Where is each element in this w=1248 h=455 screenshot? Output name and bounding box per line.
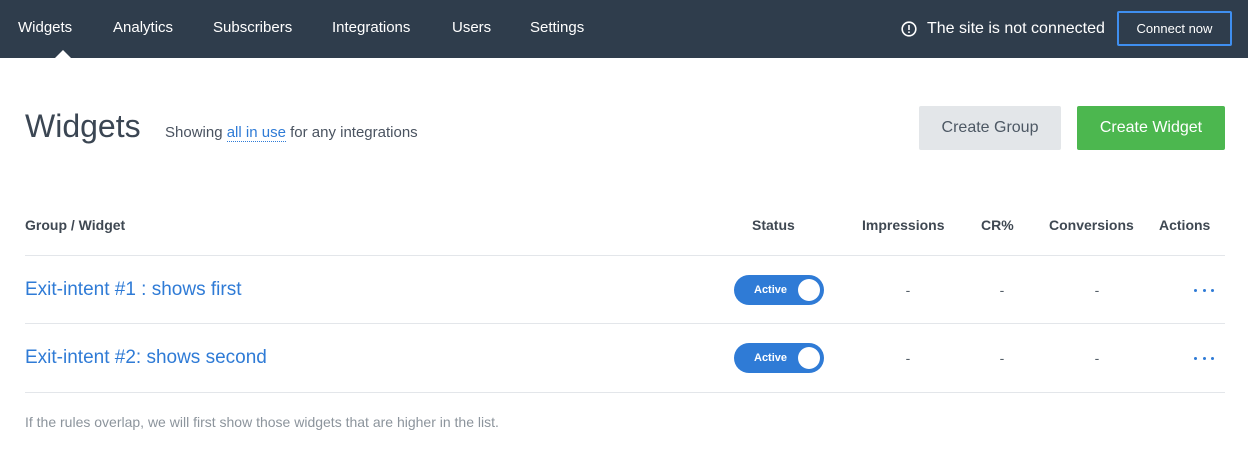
nav-item-subscribers[interactable]: Subscribers [213, 0, 292, 58]
filter-prefix: Showing [165, 124, 223, 141]
status-toggle-label: Active [754, 352, 788, 364]
row-divider [25, 323, 1225, 324]
status-toggle-label: Active [754, 284, 788, 296]
connect-now-button[interactable]: Connect now [1117, 11, 1232, 46]
more-actions-icon[interactable] [1194, 284, 1214, 296]
impressions-value: - [905, 282, 911, 298]
widget-name-link[interactable]: Exit-intent #2: shows second [25, 347, 267, 369]
row-divider [25, 255, 1225, 256]
column-header-impressions: Impressions [862, 217, 945, 233]
create-group-button[interactable]: Create Group [919, 106, 1061, 150]
alert-circle-icon [901, 21, 917, 37]
column-header-group-widget: Group / Widget [25, 217, 126, 233]
column-header-cr: CR% [981, 217, 1014, 233]
page-title: Widgets [25, 108, 141, 144]
filter-summary: Showing all in use for any integrations [165, 124, 418, 142]
create-widget-button[interactable]: Create Widget [1077, 106, 1225, 150]
status-toggle[interactable]: Active [734, 275, 824, 305]
active-caret-icon [54, 50, 72, 59]
filter-link[interactable]: all in use [226, 124, 286, 142]
cr-value: - [999, 282, 1005, 298]
top-navigation-bar: Widgets Analytics Subscribers Integratio… [0, 0, 1248, 59]
filter-suffix: for any integrations [290, 124, 418, 141]
more-actions-icon[interactable] [1194, 352, 1214, 364]
widget-name-link[interactable]: Exit-intent #1 : shows first [25, 279, 241, 301]
nav-item-users[interactable]: Users [452, 0, 491, 58]
cr-value: - [999, 350, 1005, 366]
nav-item-label: Widgets [18, 19, 73, 36]
connection-status-text: The site is not connected [927, 20, 1105, 37]
impressions-value: - [905, 350, 911, 366]
column-header-actions: Actions [1159, 217, 1211, 233]
status-toggle[interactable]: Active [734, 343, 824, 373]
column-header-conversions: Conversions [1049, 217, 1134, 233]
ordering-footnote: If the rules overlap, we will first show… [25, 414, 499, 430]
row-divider [25, 392, 1225, 393]
conversions-value: - [1094, 350, 1100, 366]
nav-item-analytics[interactable]: Analytics [113, 0, 173, 58]
toggle-knob [798, 347, 820, 369]
conversions-value: - [1094, 282, 1100, 298]
nav-item-integrations[interactable]: Integrations [332, 0, 410, 58]
nav-item-widgets[interactable]: Widgets [18, 0, 73, 59]
toggle-knob [798, 279, 820, 301]
nav-item-settings[interactable]: Settings [530, 0, 584, 58]
column-header-status: Status [752, 217, 795, 233]
connection-status: The site is not connected [901, 0, 1105, 58]
